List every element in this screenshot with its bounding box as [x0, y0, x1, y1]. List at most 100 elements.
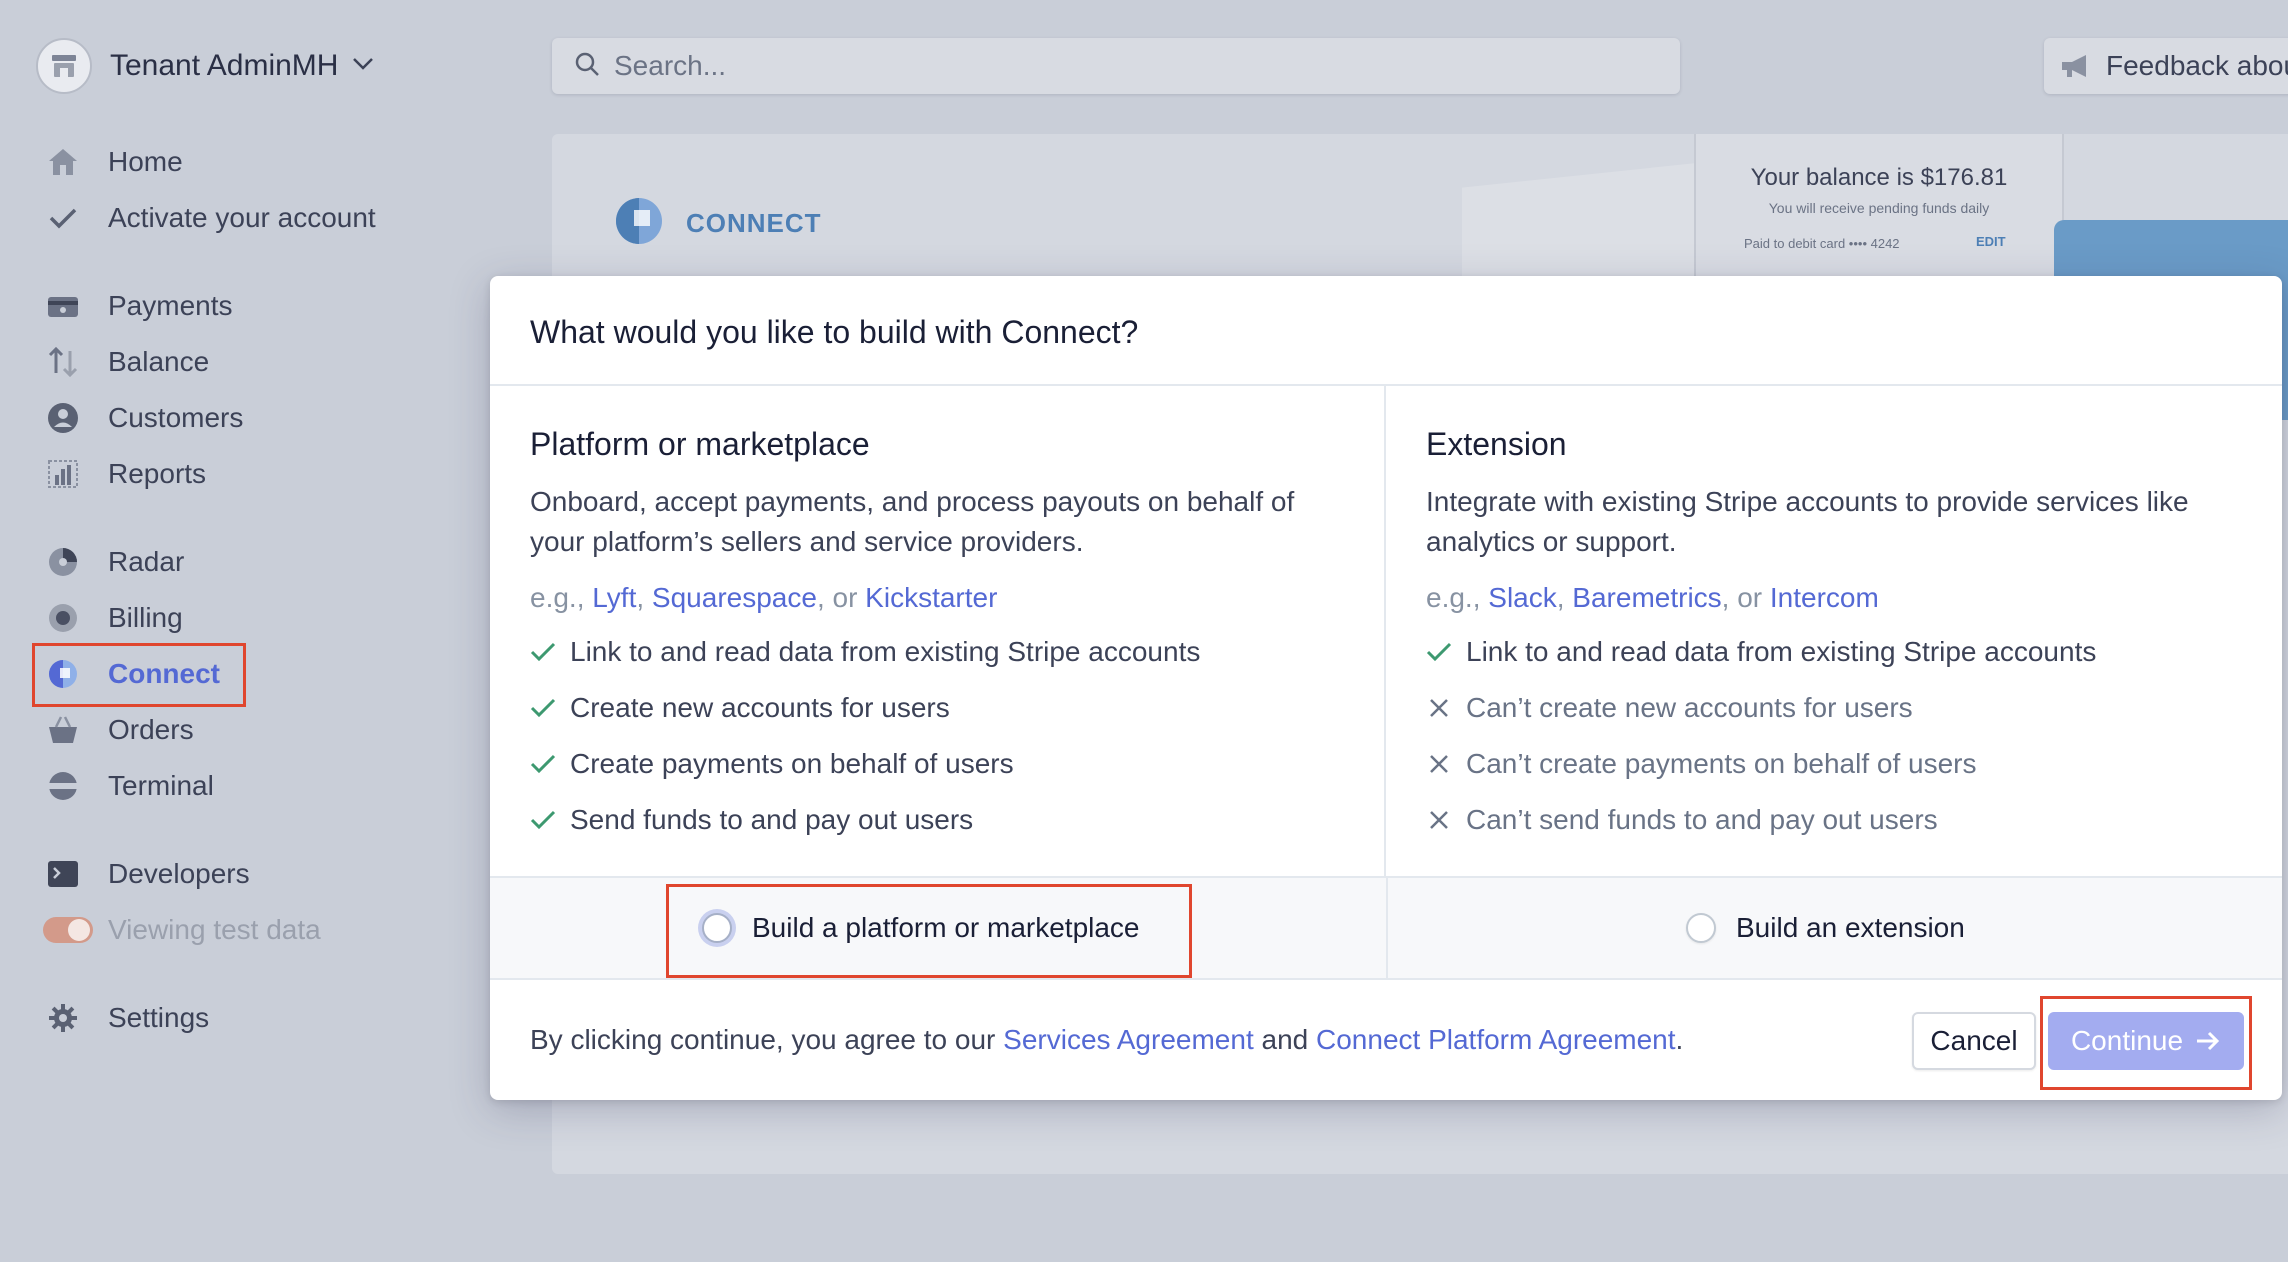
- feature-item: Can’t send funds to and pay out users: [1426, 804, 1938, 836]
- sidebar-item-label: Settings: [108, 1002, 210, 1033]
- tenant-switcher[interactable]: Tenant AdminMH: [36, 38, 374, 94]
- feature-item: Send funds to and pay out users: [530, 804, 973, 836]
- tenant-name: Tenant AdminMH: [110, 49, 339, 82]
- services-agreement-link[interactable]: Services Agreement: [1003, 1024, 1254, 1055]
- nav-group-money: Payments Balance Customers Reports: [0, 278, 520, 502]
- feedback-label: Feedback about: [2106, 50, 2288, 81]
- connect-brand: CONNECT: [614, 196, 822, 251]
- example-link-slack[interactable]: Slack: [1488, 582, 1556, 613]
- feature-item: Create payments on behalf of users: [530, 748, 1014, 780]
- balance-card-info: Paid to debit card •••• 4242: [1744, 236, 1900, 251]
- chevron-down-icon: [352, 57, 374, 76]
- sidebar-item-label: Radar: [108, 546, 185, 577]
- search-bar[interactable]: [552, 38, 1680, 94]
- sidebar-item-label: Home: [108, 146, 183, 177]
- extension-column: Extension Integrate with existing Stripe…: [1386, 386, 2282, 876]
- feature-item: Can’t create new accounts for users: [1426, 692, 1913, 724]
- feature-text: Can’t send funds to and pay out users: [1466, 804, 1938, 835]
- sidebar-item-label: Developers: [108, 858, 250, 889]
- platform-examples: e.g., Lyft, Squarespace, or Kickstarter: [530, 582, 998, 613]
- toggle-icon: [42, 913, 94, 947]
- orders-icon: [46, 713, 80, 747]
- cross-icon: [1426, 695, 1452, 721]
- megaphone-icon: [2060, 53, 2092, 79]
- example-link-baremetrics[interactable]: Baremetrics: [1572, 582, 1721, 613]
- modal-body: Platform or marketplace Onboard, accept …: [490, 386, 2282, 876]
- check-icon: [1426, 639, 1452, 665]
- extension-radio[interactable]: [1686, 913, 1716, 943]
- modal-header: What would you like to build with Connec…: [490, 276, 2282, 386]
- platform-agreement-link[interactable]: Connect Platform Agreement: [1316, 1024, 1676, 1055]
- search-input[interactable]: [614, 50, 1614, 82]
- test-data-toggle[interactable]: Viewing test data: [0, 902, 520, 958]
- terminal-icon: [46, 769, 80, 803]
- feature-text: Can’t create new accounts for users: [1466, 692, 1913, 723]
- sidebar-item-reports[interactable]: Reports: [0, 446, 520, 502]
- sidebar-item-customers[interactable]: Customers: [0, 390, 520, 446]
- agree-period: .: [1675, 1024, 1684, 1055]
- connect-highlight-box: [32, 643, 246, 707]
- extension-heading: Extension: [1426, 426, 1567, 462]
- platform-highlight-box: [666, 884, 1192, 978]
- feature-item: Can’t create payments on behalf of users: [1426, 748, 1977, 780]
- modal-footer: By clicking continue, you agree to our S…: [490, 980, 2282, 1098]
- connect-build-modal: What would you like to build with Connec…: [490, 276, 2282, 1100]
- cancel-button[interactable]: Cancel: [1912, 1012, 2036, 1070]
- check-icon: [530, 807, 556, 833]
- example-link-lyft[interactable]: Lyft: [592, 582, 636, 613]
- reports-icon: [46, 457, 80, 491]
- sidebar-item-label: Activate your account: [108, 202, 376, 233]
- agreement-text: By clicking continue, you agree to our S…: [530, 1024, 1683, 1056]
- sidebar-item-home[interactable]: Home: [0, 134, 520, 190]
- sidebar-item-label: Orders: [108, 714, 194, 745]
- check-icon: [530, 751, 556, 777]
- feature-item: Create new accounts for users: [530, 692, 950, 724]
- sidebar-item-label: Balance: [108, 346, 210, 377]
- sidebar-item-label: Payments: [108, 290, 233, 321]
- sidebar-item-terminal[interactable]: Terminal: [0, 758, 520, 814]
- modal-title: What would you like to build with Connec…: [530, 314, 1139, 350]
- balance-edit: EDIT: [1976, 234, 2006, 249]
- sidebar-item-settings[interactable]: Settings: [0, 990, 520, 1046]
- choice-divider: [1386, 878, 1388, 978]
- sidebar-item-billing[interactable]: Billing: [0, 590, 520, 646]
- sidebar-item-label: Reports: [108, 458, 207, 489]
- check-icon: [46, 201, 80, 235]
- radar-icon: [46, 545, 80, 579]
- example-link-intercom[interactable]: Intercom: [1770, 582, 1879, 613]
- gear-icon: [46, 1001, 80, 1035]
- home-icon: [46, 145, 80, 179]
- example-link-squarespace[interactable]: Squarespace: [652, 582, 817, 613]
- extension-description: Integrate with existing Stripe accounts …: [1426, 486, 2189, 557]
- sidebar: Tenant AdminMH Home Activate your accoun…: [0, 0, 520, 1262]
- feature-text: Link to and read data from existing Stri…: [570, 636, 1201, 667]
- sidebar-item-orders[interactable]: Orders: [0, 702, 520, 758]
- sidebar-item-payments[interactable]: Payments: [0, 278, 520, 334]
- sidebar-item-radar[interactable]: Radar: [0, 534, 520, 590]
- agree-prefix: By clicking continue, you agree to our: [530, 1024, 1004, 1055]
- platform-column: Platform or marketplace Onboard, accept …: [490, 386, 1386, 876]
- extension-option-label[interactable]: Build an extension: [1736, 912, 1965, 944]
- examples-prefix: e.g.,: [530, 582, 593, 613]
- check-icon: [530, 639, 556, 665]
- balance-title: Your balance is $176.81: [1750, 164, 2008, 191]
- feature-text: Create new accounts for users: [570, 692, 950, 723]
- feedback-button[interactable]: Feedback about: [2044, 38, 2288, 94]
- platform-description: Onboard, accept payments, and process pa…: [530, 486, 1295, 557]
- connect-brand-label: CONNECT: [686, 208, 822, 238]
- connect-logo-icon: [614, 196, 664, 251]
- sidebar-item-label: Terminal: [108, 770, 214, 801]
- sidebar-item-label: Billing: [108, 602, 183, 633]
- cross-icon: [1426, 807, 1452, 833]
- sidebar-item-developers[interactable]: Developers: [0, 846, 520, 902]
- nav-group-main: Home Activate your account: [0, 134, 520, 246]
- developers-icon: [46, 857, 80, 891]
- sidebar-item-activate[interactable]: Activate your account: [0, 190, 520, 246]
- balance-icon: [46, 345, 80, 379]
- check-icon: [530, 695, 556, 721]
- example-link-kickstarter[interactable]: Kickstarter: [865, 582, 997, 613]
- sidebar-item-balance[interactable]: Balance: [0, 334, 520, 390]
- extension-option[interactable]: Build an extension: [1686, 878, 1965, 978]
- feature-text: Link to and read data from existing Stri…: [1466, 636, 2097, 667]
- sidebar-item-label: Customers: [108, 402, 244, 433]
